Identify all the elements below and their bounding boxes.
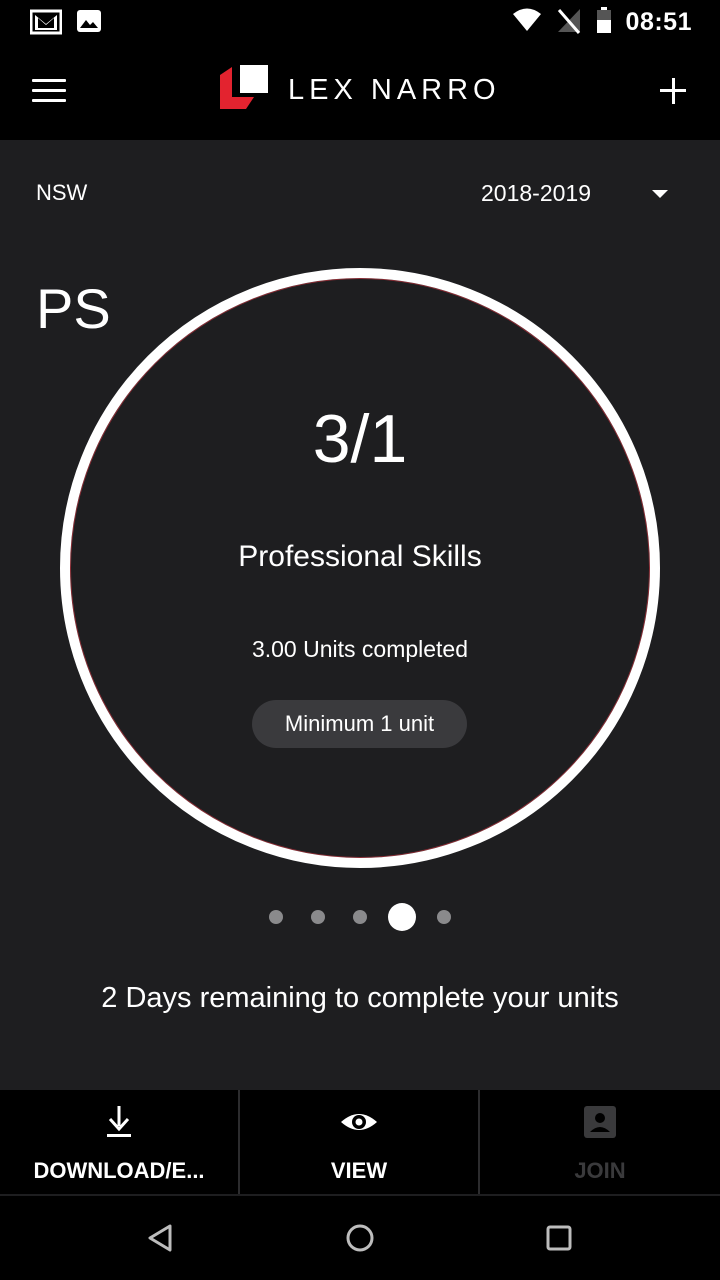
battery-icon [596, 6, 612, 39]
page-dot[interactable] [437, 910, 451, 924]
join-button[interactable]: JOIN [480, 1090, 720, 1194]
contact-card-icon [580, 1102, 620, 1142]
region-label: NSW [36, 180, 88, 205]
logo-icon [218, 63, 270, 118]
view-button[interactable]: VIEW [240, 1090, 480, 1194]
page-dot-active[interactable] [388, 903, 416, 931]
category-name: Professional Skills [238, 540, 482, 573]
dropdown-arrow-icon [652, 190, 668, 198]
minimum-units-badge: Minimum 1 unit [252, 700, 467, 748]
category-abbreviation: PS [36, 277, 111, 340]
page-dot[interactable] [269, 910, 283, 924]
units-ratio: 3/1 [312, 401, 408, 477]
status-bar: 08:51 [0, 0, 720, 48]
menu-icon [32, 79, 66, 82]
recents-icon[interactable] [539, 1218, 579, 1258]
units-completed: 3.00 Units completed [251, 636, 469, 662]
back-icon[interactable] [140, 1218, 180, 1258]
eye-icon [339, 1102, 379, 1142]
clock: 08:51 [625, 8, 692, 36]
menu-icon-bar [32, 99, 66, 102]
home-icon[interactable] [340, 1218, 380, 1258]
menu-button[interactable] [22, 68, 76, 114]
days-remaining: 2 Days remaining to complete your units [101, 982, 619, 1014]
join-label: JOIN [574, 1158, 626, 1183]
menu-icon-bar [32, 89, 66, 92]
page-indicator [268, 902, 458, 932]
add-button[interactable] [650, 68, 696, 114]
app-bar: LEX NARRO [0, 48, 720, 140]
image-icon [76, 8, 102, 41]
page-dot[interactable] [311, 910, 325, 924]
year-value: 2018-2019 [481, 180, 591, 206]
download-button[interactable]: DOWNLOAD/E... [0, 1090, 240, 1194]
year-dropdown[interactable]: 2018-2019 [470, 170, 690, 218]
brand-name: LEX NARRO [288, 73, 501, 106]
download-label: DOWNLOAD/E... [33, 1158, 205, 1183]
system-nav-bar [0, 1196, 720, 1280]
action-bar: DOWNLOAD/E... VIEW JOIN [0, 1090, 720, 1194]
gmail-icon [29, 8, 63, 41]
download-icon [99, 1102, 139, 1142]
view-label: VIEW [330, 1158, 388, 1183]
wifi-icon [512, 7, 542, 38]
page-dot[interactable] [353, 910, 367, 924]
no-signal-icon [556, 6, 582, 39]
brand-logo: LEX NARRO [218, 64, 501, 116]
